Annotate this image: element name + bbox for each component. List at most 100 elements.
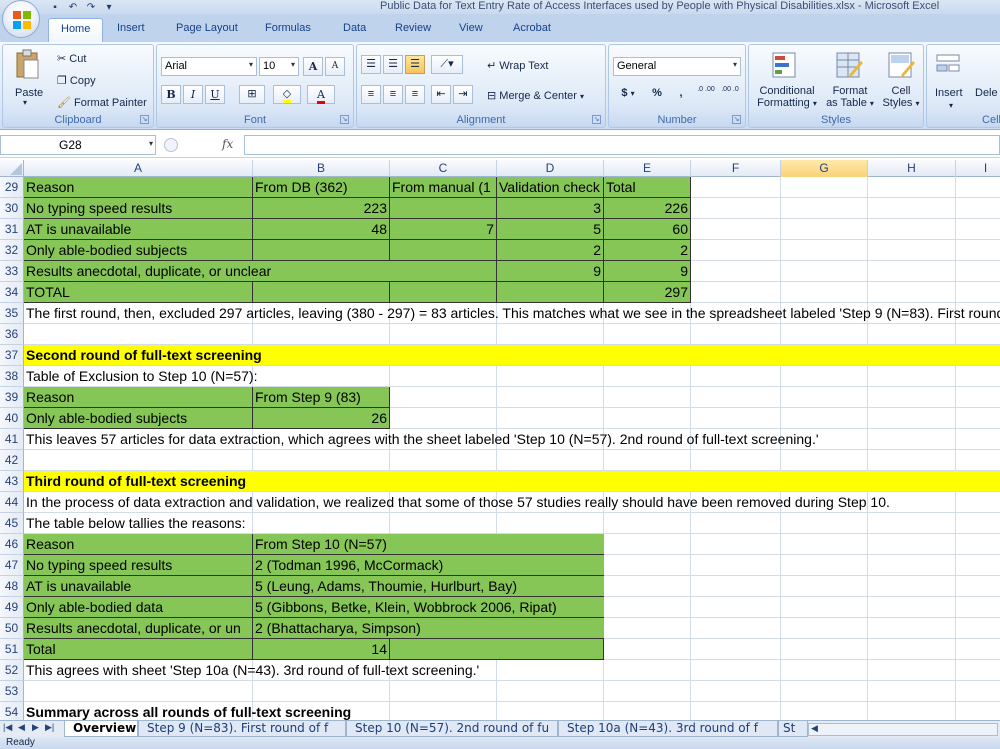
cell-c51[interactable]: [390, 639, 604, 660]
clipboard-launcher-icon[interactable]: ↘: [140, 115, 149, 124]
grid-cell[interactable]: [868, 198, 956, 219]
increase-decimal-button[interactable]: .0 .00: [695, 85, 717, 104]
grid-cell[interactable]: [956, 282, 1000, 303]
cell-b40[interactable]: 26: [253, 408, 390, 429]
grid-cell[interactable]: [604, 324, 691, 345]
grid-cell[interactable]: [781, 219, 868, 240]
grid-cell[interactable]: [497, 324, 604, 345]
grid-cell[interactable]: [868, 618, 956, 639]
cell-b50[interactable]: 2 (Bhattacharya, Simpson): [253, 618, 604, 639]
last-sheet-icon[interactable]: ▶|: [45, 722, 54, 733]
grid-cell[interactable]: [956, 261, 1000, 282]
prev-sheet-icon[interactable]: ◀: [18, 722, 25, 733]
row-header[interactable]: 32: [0, 240, 24, 261]
decrease-decimal-button[interactable]: .00 .0: [719, 85, 741, 104]
cell-a31[interactable]: AT is unavailable: [24, 219, 253, 240]
grow-font-button[interactable]: A: [303, 57, 323, 76]
grid-cell[interactable]: [781, 261, 868, 282]
cell-e29[interactable]: Total: [604, 177, 691, 198]
grid-cell[interactable]: [781, 240, 868, 261]
column-header-c[interactable]: C: [390, 160, 497, 177]
tab-insert[interactable]: Insert: [117, 22, 145, 34]
column-header-g[interactable]: G: [781, 160, 868, 177]
grid-cell[interactable]: [868, 408, 956, 429]
cell-a50[interactable]: Results anecdotal, duplicate, or un: [24, 618, 253, 639]
grid-cell[interactable]: [604, 555, 691, 576]
cell-c30[interactable]: [390, 198, 497, 219]
grid-cell[interactable]: [604, 576, 691, 597]
grid-cell[interactable]: [604, 597, 691, 618]
grid-cell[interactable]: [956, 450, 1000, 471]
grid-cell[interactable]: [781, 198, 868, 219]
grid-cell[interactable]: [956, 555, 1000, 576]
grid-cell[interactable]: [956, 408, 1000, 429]
cell-b49[interactable]: 5 (Gibbons, Betke, Klein, Wobbrock 2006,…: [253, 597, 604, 618]
font-color-button[interactable]: A: [307, 85, 335, 104]
cell-a38[interactable]: Table of Exclusion to Step 10 (N=57):: [24, 366, 1000, 387]
tab-page-layout[interactable]: Page Layout: [176, 22, 238, 34]
grid-cell[interactable]: [390, 408, 497, 429]
format-painter-button[interactable]: 🖌 Format Painter: [57, 96, 147, 109]
currency-button[interactable]: $ ▾: [613, 85, 643, 104]
first-sheet-icon[interactable]: |◀: [3, 722, 12, 733]
cell-b29[interactable]: From DB (362): [253, 177, 390, 198]
row-header[interactable]: 34: [0, 282, 24, 303]
align-left-button[interactable]: ≡: [361, 85, 381, 104]
grid-cell[interactable]: [24, 324, 253, 345]
cell-c34[interactable]: [390, 282, 497, 303]
tab-data[interactable]: Data: [343, 22, 366, 34]
row-header[interactable]: 29: [0, 177, 24, 198]
grid-cell[interactable]: [253, 324, 390, 345]
cell-a40[interactable]: Only able-bodied subjects: [24, 408, 253, 429]
cell-a37[interactable]: Second round of full-text screening: [24, 345, 1000, 366]
cell-c29[interactable]: From manual (1: [390, 177, 497, 198]
cell-a43[interactable]: Third round of full-text screening: [24, 471, 1000, 492]
row-header[interactable]: 43: [0, 471, 24, 492]
cell-b32[interactable]: [253, 240, 390, 261]
cell-a34[interactable]: TOTAL: [24, 282, 253, 303]
grid-cell[interactable]: [604, 681, 691, 702]
orientation-button[interactable]: ⟋▾: [431, 55, 463, 74]
grid-cell[interactable]: [691, 387, 781, 408]
grid-cell[interactable]: [390, 681, 497, 702]
grid-cell[interactable]: [781, 408, 868, 429]
cell-b30[interactable]: 223: [253, 198, 390, 219]
grid-cell[interactable]: [956, 198, 1000, 219]
grid-cell[interactable]: [868, 240, 956, 261]
name-box[interactable]: G28 ▾: [0, 135, 156, 155]
alignment-launcher-icon[interactable]: ↘: [592, 115, 601, 124]
grid-cell[interactable]: [868, 450, 956, 471]
grid-cell[interactable]: [253, 681, 390, 702]
grid-cell[interactable]: [691, 282, 781, 303]
grid-cell[interactable]: [956, 324, 1000, 345]
grid-cell[interactable]: [868, 555, 956, 576]
tab-home[interactable]: Home: [48, 18, 104, 42]
fill-color-button[interactable]: ◇: [273, 85, 301, 104]
cell-c31[interactable]: 7: [390, 219, 497, 240]
grid-cell[interactable]: [781, 618, 868, 639]
column-header-b[interactable]: B: [253, 160, 390, 177]
customize-qat-icon[interactable]: ▾: [102, 2, 116, 13]
grid-cell[interactable]: [390, 450, 497, 471]
grid-cell[interactable]: [868, 597, 956, 618]
row-header[interactable]: 50: [0, 618, 24, 639]
grid-cell[interactable]: [691, 408, 781, 429]
sheet-tab-step-more[interactable]: St: [778, 721, 808, 737]
grid-cell[interactable]: [497, 450, 604, 471]
italic-button[interactable]: I: [183, 85, 203, 104]
cell-d32[interactable]: 2: [497, 240, 604, 261]
grid-cell[interactable]: [868, 324, 956, 345]
row-header[interactable]: 39: [0, 387, 24, 408]
column-header-d[interactable]: D: [497, 160, 604, 177]
grid-cell[interactable]: [868, 177, 956, 198]
grid-cell[interactable]: [691, 597, 781, 618]
row-header[interactable]: 47: [0, 555, 24, 576]
grid-cell[interactable]: [956, 219, 1000, 240]
grid-cell[interactable]: [781, 450, 868, 471]
column-header-e[interactable]: E: [604, 160, 691, 177]
paste-icon[interactable]: [15, 49, 41, 81]
shrink-font-button[interactable]: A: [325, 57, 345, 76]
grid-cell[interactable]: [497, 387, 604, 408]
grid-cell[interactable]: [781, 282, 868, 303]
grid-cell[interactable]: [24, 450, 253, 471]
